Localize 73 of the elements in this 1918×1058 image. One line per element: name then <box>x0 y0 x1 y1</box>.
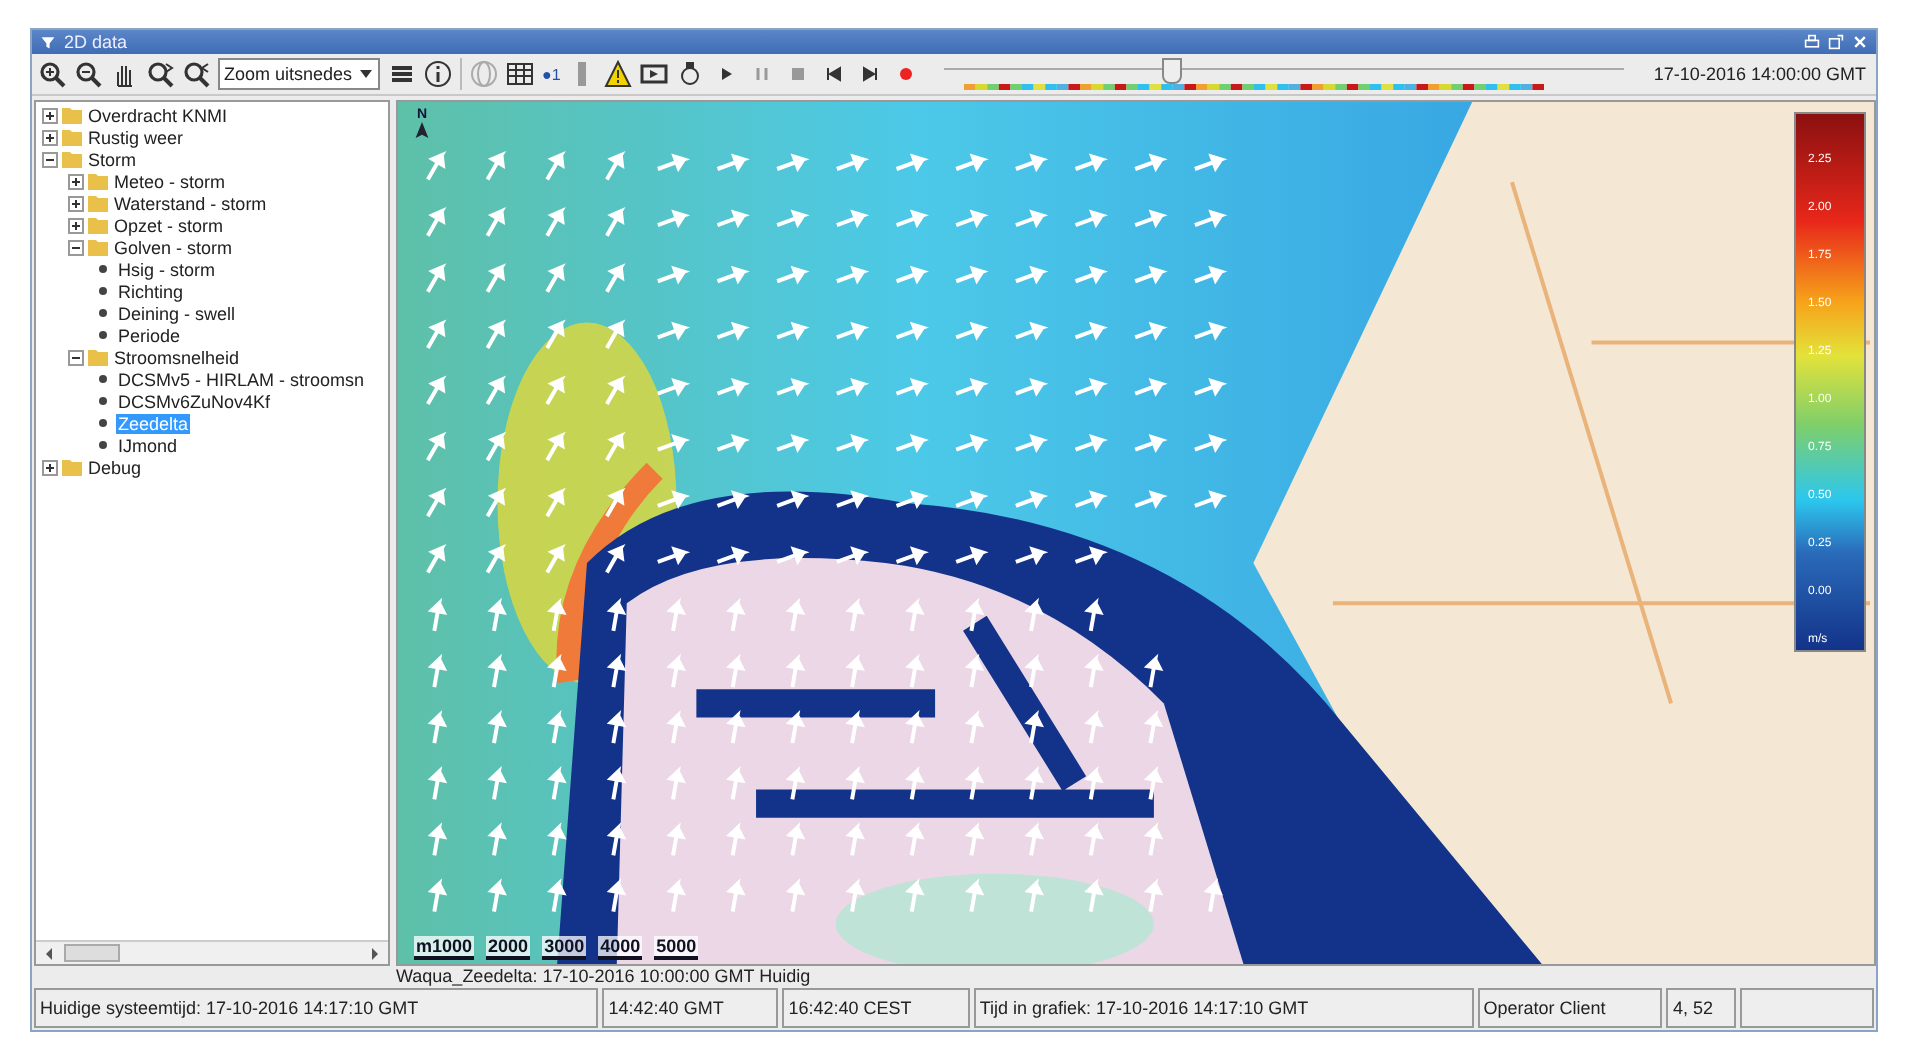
zoom-forward-icon[interactable] <box>182 60 210 88</box>
scale-label: 5000 <box>654 936 699 960</box>
scale-label: m1000 <box>414 936 475 960</box>
tree-item[interactable]: Opzet - storm <box>112 215 226 235</box>
tree-item[interactable]: Hsig - storm <box>116 259 218 279</box>
bullet-icon <box>94 304 112 322</box>
north-arrow-icon <box>414 122 430 138</box>
collapse-icon[interactable] <box>42 151 58 167</box>
collapse-icon[interactable] <box>68 239 84 255</box>
status-cell: Operator Client <box>1477 988 1663 1028</box>
bullet-icon <box>94 436 112 454</box>
collapse-icon[interactable] <box>68 349 84 365</box>
expand-icon[interactable] <box>68 195 84 211</box>
grid-icon[interactable] <box>506 60 535 88</box>
bullet-icon <box>94 326 112 344</box>
screen-icon[interactable] <box>640 60 669 88</box>
layers-icon[interactable] <box>388 60 417 88</box>
tree-item[interactable]: DCSMv5 - HIRLAM - stroomsn <box>116 369 367 389</box>
status-cell: 16:42:40 CEST <box>782 988 970 1028</box>
expand-icon[interactable] <box>68 173 84 189</box>
folder-icon <box>62 458 82 476</box>
tree-item[interactable]: Periode <box>116 325 183 345</box>
bullet-icon <box>94 414 112 432</box>
tree-item[interactable]: Richting <box>116 281 186 301</box>
tree-item[interactable]: Stroomsnelheid <box>112 347 242 367</box>
zoom-dropdown[interactable]: Zoom uitsnedes <box>218 58 381 90</box>
expand-icon[interactable] <box>42 107 58 123</box>
close-icon[interactable] <box>1852 34 1868 50</box>
info-icon[interactable] <box>424 60 453 88</box>
app-icon <box>40 34 56 50</box>
bullet-icon <box>94 260 112 278</box>
status-cell: 14:42:40 GMT <box>602 988 779 1028</box>
left-arrow-icon[interactable] <box>42 945 58 961</box>
expand-icon[interactable] <box>42 129 58 145</box>
restore-icon[interactable] <box>1828 34 1844 50</box>
bullet-icon <box>94 392 112 410</box>
expand-icon[interactable] <box>68 217 84 233</box>
time-slider[interactable] <box>944 56 1625 92</box>
bullet-icon <box>94 282 112 300</box>
slider-thumb[interactable] <box>1161 58 1182 84</box>
bullet-icon <box>94 370 112 388</box>
map-caption: Waqua_Zeedelta: 17-10-2016 10:00:00 GMT Huidig <box>394 966 813 988</box>
status-cell: Tijd in grafiek: 17-10-2016 14:17:10 GMT <box>973 988 1474 1028</box>
caret-icon <box>358 66 375 82</box>
scale-label: 3000 <box>542 936 587 960</box>
scrollbar-thumb[interactable] <box>64 944 120 962</box>
zoom-back-icon[interactable] <box>146 60 174 88</box>
folder-icon <box>88 348 108 366</box>
current-time: 17-10-2016 14:00:00 GMT <box>1653 64 1868 84</box>
tree-item[interactable]: IJmond <box>116 435 180 455</box>
status-cell: 4, 52 <box>1666 988 1737 1028</box>
warning-icon[interactable] <box>604 60 633 88</box>
tree-item[interactable]: Overdracht KNMI <box>86 105 230 125</box>
tree-item[interactable]: DCSMv6ZuNov4Kf <box>116 391 273 411</box>
print-icon[interactable] <box>1804 34 1820 50</box>
horizontal-scrollbar[interactable] <box>36 940 388 964</box>
tree-item[interactable]: Deining - swell <box>116 303 238 323</box>
scale-label: 4000 <box>598 936 643 960</box>
tree-item[interactable]: Meteo - storm <box>112 171 228 191</box>
scale-label: 2000 <box>486 936 531 960</box>
tree-item[interactable]: Golven - storm <box>112 237 235 257</box>
tree-item[interactable]: Rustig weer <box>86 127 186 147</box>
tree-item[interactable]: Debug <box>86 457 144 477</box>
layer-count[interactable]: ●1 <box>542 65 561 83</box>
right-arrow-icon[interactable] <box>366 945 382 961</box>
window-title: 2D data <box>64 32 128 52</box>
export-icon[interactable] <box>676 60 705 88</box>
tree-item[interactable]: Waterstand - storm <box>112 193 269 213</box>
status-cell: Huidige systeemtijd: 17-10-2016 14:17:10 GMT <box>34 988 599 1028</box>
expand-icon[interactable] <box>42 459 58 475</box>
tree-item[interactable]: Storm <box>86 149 139 169</box>
zoom-in-icon[interactable] <box>38 60 66 88</box>
zoom-out-icon[interactable] <box>74 60 102 88</box>
